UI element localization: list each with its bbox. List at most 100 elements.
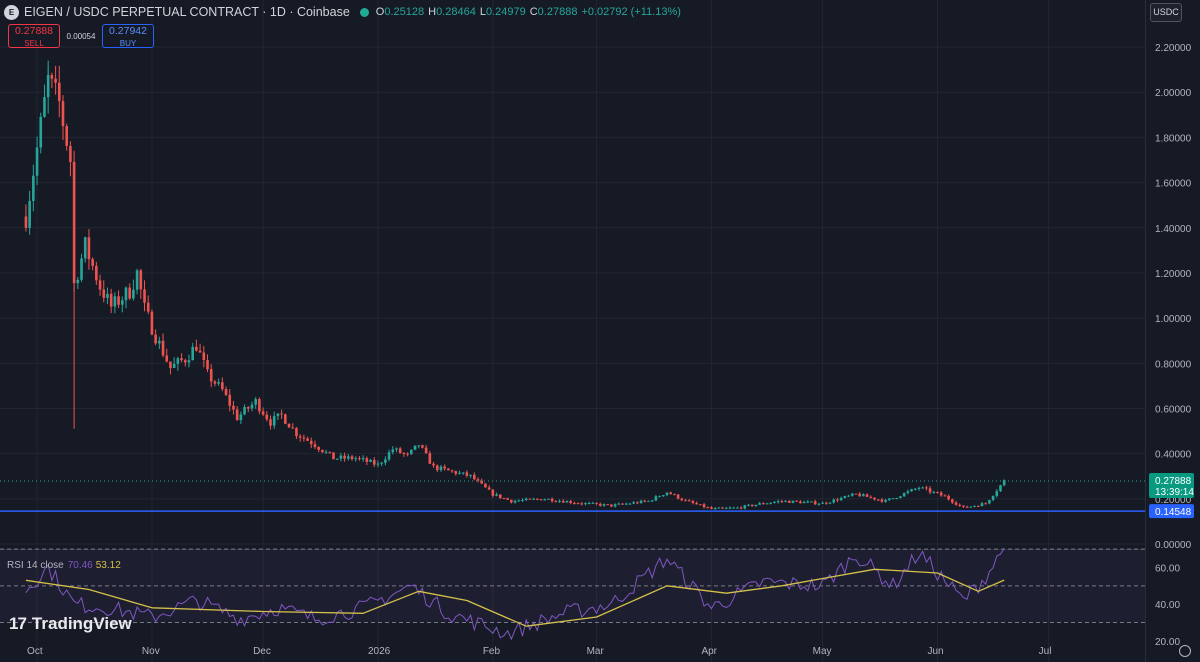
candle-body: [402, 452, 406, 454]
candle-body: [102, 289, 106, 298]
bar-countdown: 13:39:14: [1155, 487, 1194, 498]
candle-body: [217, 382, 220, 384]
candle-body: [83, 237, 87, 259]
candle-body: [428, 453, 432, 464]
candle-body: [254, 399, 257, 405]
candle-body: [976, 505, 980, 507]
candle-body: [736, 507, 739, 509]
x-tick-label: Oct: [27, 646, 43, 657]
x-tick-label: 2026: [368, 646, 391, 657]
candle-body: [161, 340, 165, 356]
candle-body: [876, 499, 880, 501]
buy-button[interactable]: 0.27942 BUY: [102, 24, 154, 48]
candle-body: [565, 501, 569, 503]
candle-body: [687, 500, 691, 502]
candle-body: [128, 287, 131, 299]
chart-legend-header: E EIGEN / USDC PERPETUAL CONTRACT · 1D ·…: [4, 3, 681, 21]
candle-body: [728, 507, 732, 509]
candle-body: [661, 495, 665, 497]
candle-body: [884, 499, 887, 502]
candle-body: [139, 270, 143, 290]
candle-body: [132, 289, 135, 299]
candle-body: [717, 507, 721, 509]
candle-body: [639, 500, 643, 504]
candle-body: [888, 498, 891, 500]
settings-gear-icon[interactable]: [1179, 645, 1191, 657]
candle-body: [936, 491, 939, 493]
price-chart[interactable]: 0.000000.200000.400000.600000.800001.000…: [0, 0, 1200, 662]
candle-body: [272, 416, 276, 426]
candle-body: [595, 502, 598, 504]
candle-body: [361, 458, 365, 460]
candle-body: [395, 448, 398, 450]
candle-body: [258, 399, 261, 412]
buy-price: 0.27942: [109, 25, 147, 37]
candle-body: [502, 498, 506, 500]
rsi-label[interactable]: RSI 14 close: [7, 560, 64, 571]
candle-body: [617, 503, 621, 505]
candle-body: [276, 413, 280, 417]
candle-body: [847, 495, 850, 497]
candle-body: [295, 427, 298, 437]
candle-body: [906, 491, 910, 494]
candle-body: [943, 495, 947, 497]
y-tick-label: 0.60000: [1155, 404, 1192, 415]
candle-body: [491, 489, 495, 496]
candle-body: [999, 485, 1002, 492]
candle-body: [454, 471, 458, 474]
candle-body: [521, 499, 524, 501]
market-open-status-icon: [359, 7, 369, 17]
candle-body: [591, 502, 595, 504]
candle-body: [532, 498, 535, 500]
candle-body: [632, 502, 635, 504]
candle-body: [172, 363, 176, 368]
candle-body: [636, 502, 639, 504]
y-tick-label: 1.20000: [1155, 269, 1192, 280]
candle-body: [76, 279, 80, 284]
rsi-legend: RSI 14 close 70.46 53.12: [7, 560, 121, 571]
candle-body: [776, 501, 780, 503]
sell-button[interactable]: 0.27888 SELL: [8, 24, 60, 48]
candle-body: [702, 504, 706, 508]
y-tick-label: 2.00000: [1155, 88, 1192, 99]
candle-body: [50, 74, 54, 79]
candle-body: [473, 474, 476, 480]
candle-body: [517, 500, 521, 502]
x-tick-label: Dec: [253, 646, 271, 657]
candle-body: [183, 360, 187, 363]
candle-body: [28, 200, 31, 228]
candle-body: [799, 501, 802, 504]
candle-body: [880, 499, 884, 502]
candle-body: [158, 340, 161, 344]
tradingview-logo[interactable]: 17 TradingView: [9, 614, 132, 634]
candle-body: [120, 300, 124, 305]
candle-body: [435, 465, 439, 471]
candle-body: [621, 503, 624, 505]
candle-body: [969, 506, 973, 508]
candle-body: [106, 293, 109, 298]
candle-body: [543, 499, 547, 501]
candle-body: [606, 504, 610, 506]
candle-body: [806, 501, 810, 503]
candle-body: [973, 505, 976, 507]
candle-body: [495, 494, 498, 496]
symbol-title[interactable]: EIGEN / USDC PERPETUAL CONTRACT · 1D · C…: [24, 5, 350, 19]
currency-selector[interactable]: USDC: [1150, 3, 1182, 22]
candle-body: [743, 505, 747, 509]
candle-body: [324, 451, 328, 453]
candle-body: [113, 296, 117, 307]
candle-body: [406, 453, 409, 455]
candle-body: [773, 501, 776, 503]
x-tick-label: Jul: [1039, 646, 1052, 657]
candle-body: [284, 414, 287, 424]
candle-body: [750, 504, 754, 507]
candle-body: [498, 494, 502, 499]
candle-body: [917, 487, 921, 489]
candle-body: [802, 501, 806, 504]
candle-body: [354, 458, 358, 460]
candle-body: [384, 459, 387, 463]
rsi-y-tick-label: 60.00: [1155, 564, 1180, 575]
candle-body: [580, 503, 584, 505]
candle-body: [602, 504, 606, 506]
candle-body: [387, 452, 391, 460]
